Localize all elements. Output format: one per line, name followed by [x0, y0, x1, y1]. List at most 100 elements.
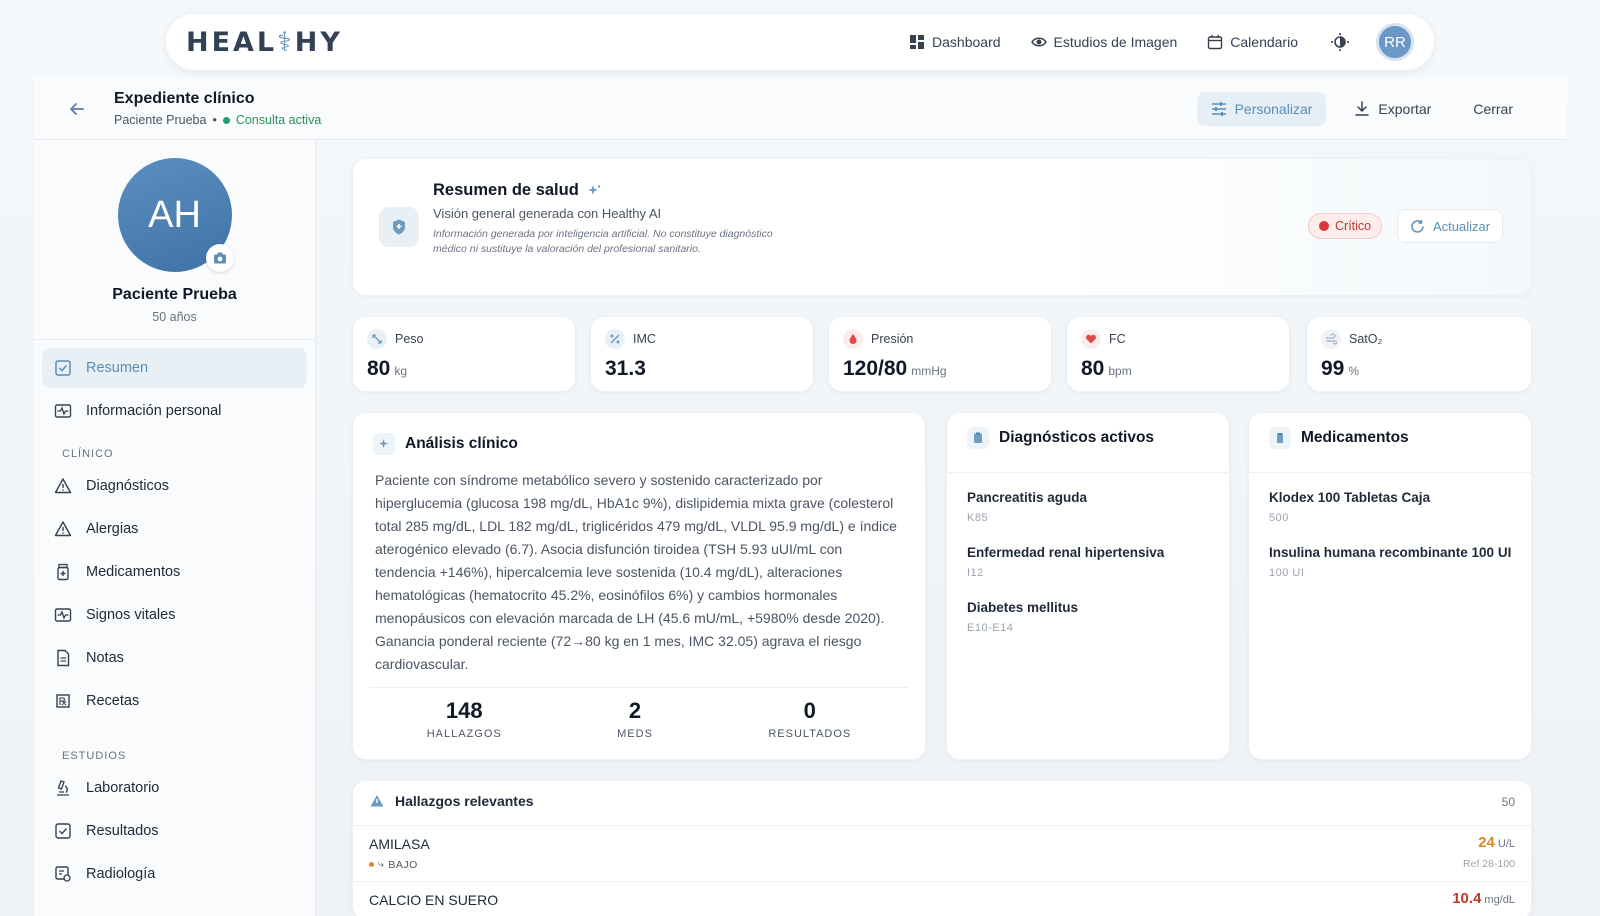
personalizar-label: Personalizar: [1234, 100, 1313, 117]
sidebar-item-label: Radiología: [86, 866, 156, 882]
sidebar-item-label: Signos vitales: [86, 607, 176, 623]
stat-number: 0: [803, 698, 816, 723]
sidebar-item-notas[interactable]: Notas: [42, 638, 307, 678]
vital-unit: kg: [394, 364, 408, 378]
vital-label: SatO₂: [1321, 329, 1382, 349]
refresh-button[interactable]: Actualizar: [1397, 209, 1504, 243]
patient-name-label: Paciente Prueba: [114, 113, 207, 127]
vital-label-text: Presión: [871, 332, 914, 346]
vital-value-number: 31.3: [605, 357, 646, 380]
card-header: Diagnósticos activos: [947, 413, 1229, 473]
nav-calendario-label: Calendario: [1230, 34, 1298, 50]
camera-icon: [213, 252, 226, 264]
back-button[interactable]: [62, 94, 92, 124]
stat-hallazgos: 148 HALLAZGOS: [427, 698, 502, 740]
heart-icon: [1081, 329, 1101, 349]
list-item[interactable]: Diabetes mellitus E10-E14: [967, 599, 1217, 634]
finding-value-number: 24: [1478, 834, 1495, 851]
sidebar-item-label: Resultados: [86, 823, 159, 839]
refresh-icon: [1411, 219, 1424, 233]
clinical-analysis-card: Análisis clínico Paciente con síndrome m…: [352, 412, 926, 760]
sparkle-icon: [373, 433, 395, 455]
change-photo-button[interactable]: [205, 244, 234, 272]
cerrar-button[interactable]: Cerrar: [1459, 92, 1527, 126]
finding-name: AMILASA: [369, 836, 430, 852]
sidebar-item-alergias[interactable]: Alergias: [42, 509, 307, 549]
sidebar-item-resultados[interactable]: Resultados: [42, 811, 307, 851]
sidebar-item-signos-vitales[interactable]: Signos vitales: [42, 595, 307, 635]
logo-text-left: HEAL: [186, 26, 278, 58]
sidebar-nav: Resumen Información personal CLÍNICO Dia…: [34, 340, 315, 894]
activity-card-icon: [54, 608, 72, 622]
percent-icon: [605, 329, 625, 349]
vital-label: Presión: [843, 329, 913, 349]
status-badge: Consulta activa: [235, 113, 322, 127]
user-avatar[interactable]: RR: [1376, 23, 1414, 61]
vital-card-sato2: SatO₂ 99%: [1306, 316, 1532, 392]
medication-name: Klodex 100 Tabletas Caja: [1269, 490, 1431, 505]
wind-icon: [1321, 329, 1341, 349]
top-navbar: HEAL⚕HY Dashboard Estudios de Imagen Cal…: [166, 14, 1434, 70]
finding-flag: ⤷ BAJO: [369, 858, 418, 871]
ai-disclaimer: Información generada por inteligencia ar…: [433, 228, 773, 255]
diagnoses-title-text: Diagnósticos activos: [999, 429, 1155, 446]
list-item[interactable]: Klodex 100 Tabletas Caja 500: [1269, 489, 1519, 524]
stat-number: 2: [628, 698, 642, 723]
finding-reference: Ref 28-100: [1463, 858, 1515, 870]
finding-value: 24 U/L: [1478, 834, 1515, 851]
medication-dose: 500: [1269, 512, 1289, 524]
medications-list: Klodex 100 Tabletas Caja 500 Insulina hum…: [1269, 489, 1519, 599]
finding-value: 10.4 mg/dL: [1452, 890, 1515, 907]
sidebar-item-laboratorio[interactable]: Laboratorio: [42, 768, 307, 808]
vital-label: IMC: [605, 329, 656, 349]
sidebar-item-medicamentos[interactable]: Medicamentos: [42, 552, 307, 592]
vital-label-text: SatO₂: [1349, 332, 1383, 346]
sidebar-item-radiologia[interactable]: Radiología: [42, 854, 307, 894]
personalizar-button[interactable]: Personalizar: [1196, 91, 1327, 126]
finding-value-number: 10.4: [1452, 890, 1482, 907]
warning-triangle-icon: [54, 478, 72, 494]
sidebar-item-diagnosticos[interactable]: Diagnósticos: [42, 466, 307, 506]
vital-value: 80 kg: [367, 357, 407, 381]
sidebar-item-resumen[interactable]: Resumen: [42, 348, 307, 388]
diagnosis-code: I12: [967, 567, 984, 579]
section-header-clinico: CLÍNICO: [62, 448, 114, 460]
vital-label-text: Peso: [395, 332, 424, 346]
diagnosis-code: K85: [967, 512, 989, 524]
patient-avatar: AH: [117, 158, 234, 272]
record-header: Expediente clínico Paciente Prueba • Con…: [34, 78, 1567, 140]
analysis-title-text: Análisis clínico: [405, 435, 518, 452]
vital-value-number: 99: [1321, 357, 1345, 380]
diagnosis-name: Diabetes mellitus: [967, 600, 1079, 615]
alert-circle-icon: [1319, 221, 1329, 231]
header-actions: Personalizar Exportar Cerrar: [1196, 91, 1527, 126]
sidebar-item-informacion-personal[interactable]: Información personal: [42, 391, 307, 431]
theme-icon: [1331, 33, 1349, 51]
nav-dashboard[interactable]: Dashboard: [909, 34, 1001, 50]
diagnosis-code: E10-E14: [967, 622, 1014, 634]
microscope-icon: [57, 780, 69, 796]
exportar-button[interactable]: Exportar: [1340, 92, 1445, 126]
patient-name: Paciente Prueba: [112, 286, 237, 303]
sidebar-item-recetas[interactable]: Recetas: [42, 681, 307, 721]
sidebar-item-label: Alergias: [86, 521, 139, 537]
healthy-logo[interactable]: HEAL⚕HY: [186, 27, 343, 58]
theme-toggle-button[interactable]: [1324, 26, 1356, 58]
list-item[interactable]: Insulina humana recombinante 100 UI 100 U…: [1269, 544, 1519, 579]
stat-number: 148: [445, 698, 483, 723]
refresh-label: Actualizar: [1433, 218, 1491, 234]
table-row[interactable]: CALCIO EN SUERO 10.4 mg/dL: [353, 881, 1531, 916]
vital-value: 31.3: [605, 357, 650, 381]
checkbox-icon: [55, 360, 71, 376]
list-item[interactable]: Enfermedad renal hipertensiva I12: [967, 544, 1217, 579]
analysis-stats: 148 HALLAZGOS 2 MEDS 0 RESULTADOS: [369, 687, 909, 740]
sidebar-item-label: Notas: [86, 650, 124, 666]
vital-unit: bpm: [1108, 364, 1132, 378]
nav-estudios-imagen[interactable]: Estudios de Imagen: [1030, 34, 1177, 50]
table-row[interactable]: AMILASA ⤷ BAJO 24 U/L Ref 28-100: [353, 825, 1531, 881]
stat-label: MEDS: [617, 728, 653, 740]
summary-text-block: Resumen de salud Visión general generada…: [433, 181, 773, 257]
nav-calendario[interactable]: Calendario: [1207, 34, 1298, 50]
list-item[interactable]: Pancreatitis aguda K85: [967, 489, 1217, 524]
summary-subtitle: Visión general generada con Healthy AI: [433, 206, 662, 221]
